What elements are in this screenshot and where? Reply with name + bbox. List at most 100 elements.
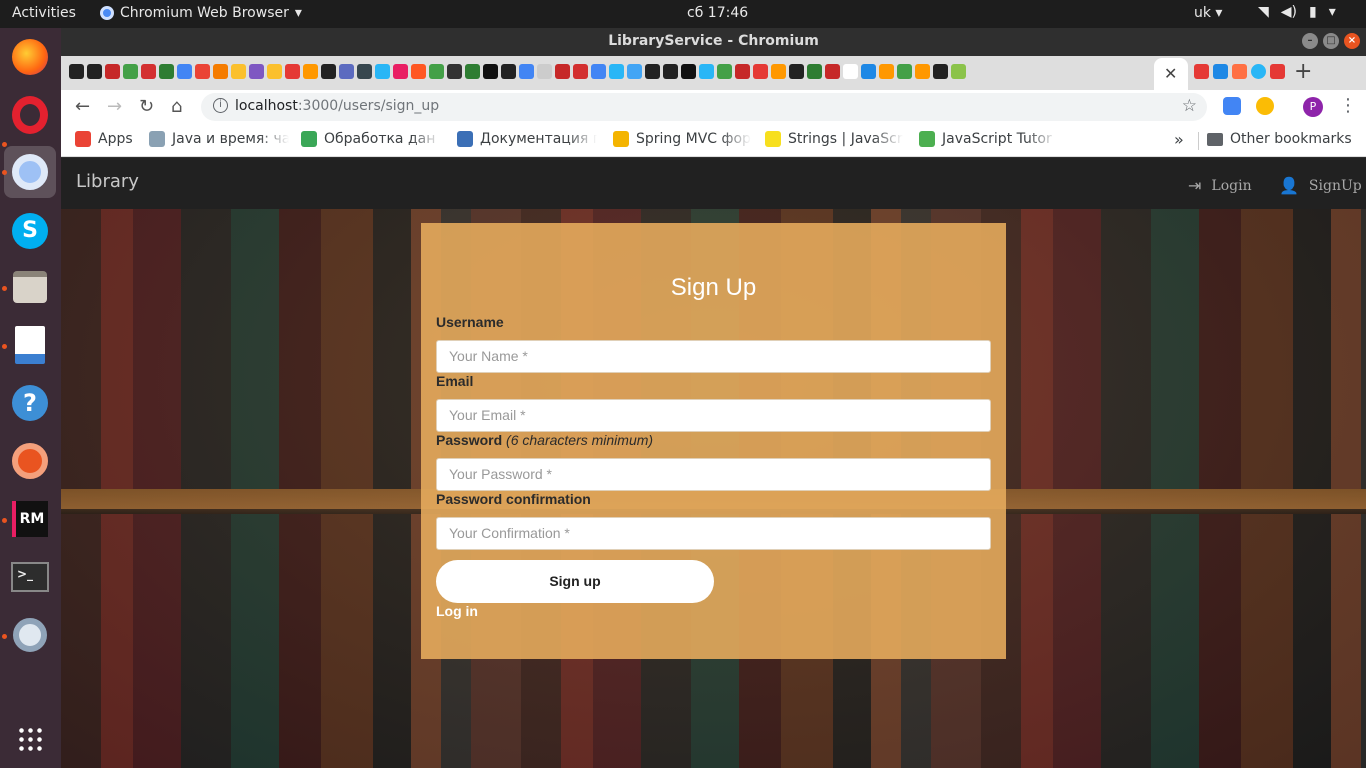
tab-favicon[interactable] — [465, 64, 480, 79]
reload-icon[interactable]: ↻ — [139, 96, 154, 117]
bookmark-item[interactable]: Java и время: ча — [149, 131, 289, 147]
tab-favicon[interactable] — [321, 64, 336, 79]
image-viewer-icon[interactable] — [9, 324, 51, 366]
chrome-menu-icon[interactable]: ⋮ — [1339, 95, 1357, 116]
show-applications-icon[interactable] — [9, 718, 51, 760]
extension-icon[interactable] — [1256, 97, 1274, 115]
youtube-icon[interactable] — [1270, 64, 1285, 79]
tab-favicon[interactable] — [915, 64, 930, 79]
system-tray[interactable]: ◥ ◀) ▮ ▾ — [1258, 4, 1336, 20]
tab-favicon[interactable] — [87, 64, 102, 79]
confirmation-input[interactable]: Your Confirmation * — [436, 517, 991, 550]
tab-favicon[interactable] — [771, 64, 786, 79]
active-tab[interactable]: ✕ — [1154, 58, 1188, 90]
app-menu[interactable]: Chromium Web Browser ▾ — [100, 5, 302, 21]
terminal-icon[interactable]: >_ — [9, 556, 51, 598]
tab-favicon[interactable] — [609, 64, 624, 79]
tab-favicon[interactable] — [69, 64, 84, 79]
tab-favicon[interactable] — [735, 64, 750, 79]
tab-favicon[interactable] — [501, 64, 516, 79]
tab-favicon[interactable] — [1213, 64, 1228, 79]
tab-favicon[interactable] — [645, 64, 660, 79]
profile-avatar[interactable]: P — [1303, 97, 1323, 117]
tab-favicon[interactable] — [699, 64, 714, 79]
tab-favicon[interactable] — [789, 64, 804, 79]
skype-icon[interactable]: S — [9, 210, 51, 252]
site-info-icon[interactable]: i — [213, 98, 228, 113]
tab-favicon[interactable] — [717, 64, 732, 79]
other-bookmarks-folder[interactable]: Other bookmarks — [1207, 131, 1352, 147]
bookmark-item[interactable]: Обработка дан — [301, 131, 441, 147]
tab-favicons[interactable] — [69, 64, 1149, 79]
chromium-dock-icon[interactable] — [4, 146, 56, 198]
bookmark-star-icon[interactable]: ☆ — [1182, 96, 1197, 116]
rubymine-icon[interactable]: RM — [9, 498, 51, 540]
bookmark-item[interactable]: Документация г — [457, 131, 597, 147]
back-arrow-icon[interactable]: ← — [75, 96, 90, 117]
ubuntu-software-icon[interactable] — [9, 440, 51, 482]
tab-favicon[interactable] — [861, 64, 876, 79]
nav-login-link[interactable]: ⇥ Login — [1188, 176, 1252, 195]
username-input[interactable]: Your Name * — [436, 340, 991, 373]
files-icon[interactable] — [9, 266, 51, 308]
tab-favicon[interactable] — [177, 64, 192, 79]
close-window-button[interactable]: × — [1344, 33, 1360, 49]
bookmark-item[interactable]: Spring MVC фор — [613, 131, 751, 147]
tab-favicon[interactable] — [339, 64, 354, 79]
tab-favicon[interactable] — [933, 64, 948, 79]
tab-favicon[interactable] — [537, 64, 552, 79]
settings-icon[interactable] — [9, 614, 51, 656]
tab-favicon[interactable] — [267, 64, 282, 79]
tab-favicon[interactable] — [483, 64, 498, 79]
navbar-brand[interactable]: Library — [76, 171, 139, 192]
close-tab-icon[interactable]: ✕ — [1164, 64, 1177, 83]
tab-favicon[interactable] — [249, 64, 264, 79]
tab-favicon[interactable] — [897, 64, 912, 79]
tab-favicon[interactable] — [807, 64, 822, 79]
tab-favicon[interactable] — [105, 64, 120, 79]
tab-favicon[interactable] — [357, 64, 372, 79]
email-input[interactable]: Your Email * — [436, 399, 991, 432]
nav-signup-link[interactable]: 👤 SignUp — [1279, 176, 1362, 195]
help-icon[interactable]: ? — [9, 382, 51, 424]
firefox-icon[interactable] — [9, 36, 51, 78]
bookmark-item[interactable]: Strings | JavaScr — [765, 131, 903, 147]
more-bookmarks-chevron-icon[interactable]: » — [1174, 130, 1184, 149]
tab-favicon[interactable] — [663, 64, 678, 79]
opera-icon[interactable] — [9, 94, 51, 136]
tab-favicon[interactable] — [375, 64, 390, 79]
tab-favicon[interactable] — [195, 64, 210, 79]
tab-favicon[interactable] — [159, 64, 174, 79]
sign-up-button[interactable]: Sign up — [436, 560, 714, 603]
telegram-icon[interactable] — [1251, 64, 1266, 79]
tab-favicon[interactable] — [627, 64, 642, 79]
tab-favicon[interactable] — [825, 64, 840, 79]
activities-button[interactable]: Activities — [12, 5, 76, 21]
tab-favicon[interactable] — [843, 64, 858, 79]
clock[interactable]: сб 17:46 — [687, 5, 748, 21]
home-icon[interactable]: ⌂ — [171, 96, 182, 117]
tab-favicon[interactable] — [231, 64, 246, 79]
bookmark-item[interactable]: Apps — [75, 131, 135, 147]
tab-favicon[interactable] — [681, 64, 696, 79]
new-tab-button[interactable]: + — [1294, 59, 1312, 84]
tab-favicons-end[interactable] — [1194, 64, 1285, 79]
password-input[interactable]: Your Password * — [436, 458, 991, 491]
keyboard-layout[interactable]: uk ▾ — [1194, 5, 1222, 21]
tab-favicon[interactable] — [519, 64, 534, 79]
tab-favicon[interactable] — [555, 64, 570, 79]
log-in-link[interactable]: Log in — [436, 603, 478, 619]
tab-favicon[interactable] — [123, 64, 138, 79]
tab-favicon[interactable] — [753, 64, 768, 79]
maximize-button[interactable]: □ — [1323, 33, 1339, 49]
tab-favicon[interactable] — [879, 64, 894, 79]
forward-arrow-icon[interactable]: → — [107, 96, 122, 117]
tab-favicon[interactable] — [303, 64, 318, 79]
tab-favicon[interactable] — [141, 64, 156, 79]
minimize-button[interactable]: – — [1302, 33, 1318, 49]
tab-favicon[interactable] — [951, 64, 966, 79]
tab-favicon[interactable] — [285, 64, 300, 79]
tab-favicon[interactable] — [573, 64, 588, 79]
tab-favicon[interactable] — [447, 64, 462, 79]
address-bar[interactable]: i localhost:3000/users/sign_up ☆ — [201, 93, 1207, 121]
